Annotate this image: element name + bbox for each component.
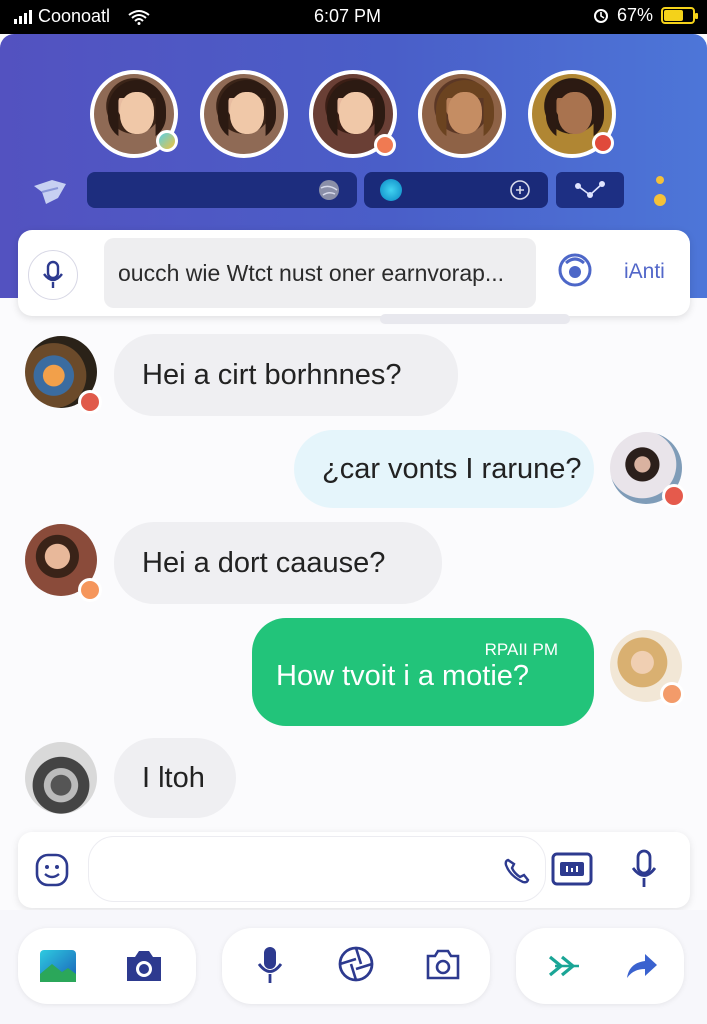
app-root: { "status_bar": { "carrier": "Coonoatl",… (0, 0, 707, 1024)
emoji-icon (35, 853, 69, 887)
camera-icon (127, 951, 161, 981)
message-bubble[interactable]: ¿car vonts I rarune? (294, 430, 594, 508)
gallery-button[interactable] (38, 946, 78, 986)
avatar-badge (662, 484, 686, 508)
mic-icon (43, 260, 63, 288)
snapshot-button[interactable] (422, 946, 464, 984)
story-badge-1 (156, 130, 178, 152)
double-chevron-icon (548, 955, 579, 977)
globe-icon (319, 180, 339, 200)
emoji-button[interactable] (32, 850, 72, 890)
battery-icon (661, 7, 698, 24)
camera-outline-icon (426, 949, 460, 980)
bird-icon[interactable] (32, 174, 68, 208)
ai-label[interactable]: iAnti (624, 260, 665, 284)
battery-percent: 67% (616, 5, 653, 25)
message-bubble[interactable]: I ltoh (114, 738, 236, 818)
video-button[interactable] (550, 848, 594, 890)
message-text: I ltoh (142, 761, 205, 794)
avatar-face (448, 92, 482, 134)
dots-icon[interactable] (652, 174, 670, 210)
avatar[interactable] (25, 742, 97, 814)
video-card-icon (551, 852, 593, 886)
prompt-text: oucch wie Wtct nust oner earnvorap... (118, 259, 505, 286)
record-button[interactable] (252, 942, 288, 988)
dot-icon (380, 179, 402, 201)
message-text: Hei a cirt borhnnes? (142, 358, 402, 391)
battery-fill (664, 10, 683, 21)
fast-forward-button[interactable] (546, 948, 582, 984)
bottom-toolbar (0, 910, 707, 1024)
avatar-badge (78, 390, 102, 414)
voice-button[interactable] (28, 250, 78, 300)
plugin-icon (510, 180, 530, 200)
share-icon (575, 181, 605, 198)
translate-icon (558, 253, 592, 287)
forward-icon (627, 954, 657, 978)
stories-row (90, 70, 620, 162)
share-graph-button[interactable] (556, 172, 624, 208)
status-time: 6:07 PM (314, 6, 382, 26)
message-timestamp: RPAII PM (484, 640, 558, 659)
message-composer (18, 832, 690, 908)
aperture-icon (338, 946, 374, 982)
toolbar-group-capture (222, 928, 490, 1004)
story-field[interactable] (364, 172, 548, 208)
divider (380, 314, 570, 324)
status-bar: Coonoatl 6:07 PM 67% (0, 0, 707, 34)
message-bubble[interactable]: Hei a cirt borhnnes? (114, 334, 458, 416)
avatar-badge (78, 578, 102, 602)
camera-button[interactable] (122, 946, 166, 986)
signal-icon (14, 9, 32, 24)
voice-message-button[interactable] (624, 846, 664, 892)
mic-icon (257, 947, 283, 983)
translate-button[interactable] (555, 250, 595, 290)
story-badge-5 (592, 132, 614, 154)
lens-button[interactable] (336, 944, 376, 984)
story-search-bar[interactable] (87, 172, 357, 208)
avatar-badge (660, 682, 684, 706)
prompt-text-field[interactable]: oucch wie Wtct nust oner earnvorap... (104, 238, 536, 308)
message-text: Hei a dort caause? (142, 546, 386, 579)
carrier-group: Coonoatl (14, 6, 150, 27)
message-text: ¿car vonts I rarune? (322, 452, 582, 485)
story-avatar-4[interactable] (418, 70, 506, 158)
phone-icon[interactable] (501, 855, 533, 887)
gallery-icon (40, 950, 76, 982)
alarm-icon (593, 8, 608, 23)
carrier-name: Coonoatl (38, 6, 111, 26)
message-text: How tvoit i a motie? (276, 659, 530, 692)
avatar-face (120, 92, 154, 134)
message-input[interactable] (88, 836, 546, 902)
status-right: 67% (593, 5, 698, 26)
mic-icon (631, 849, 657, 887)
avatar-face (339, 92, 373, 134)
message-bubble[interactable]: Hei a dort caause? (114, 522, 442, 604)
avatar-face (230, 92, 264, 134)
forward-button[interactable] (622, 946, 662, 986)
toolbar-group-media (18, 928, 196, 1004)
story-badge-3 (374, 134, 396, 156)
toolbar-group-send (516, 928, 684, 1004)
voice-prompt-card: oucch wie Wtct nust oner earnvorap... iA… (18, 230, 690, 316)
avatar-face (558, 92, 592, 134)
message-bubble[interactable]: How tvoit i a motie? RPAII PM (252, 618, 594, 726)
wifi-icon (128, 9, 150, 25)
story-avatar-2[interactable] (200, 70, 288, 158)
